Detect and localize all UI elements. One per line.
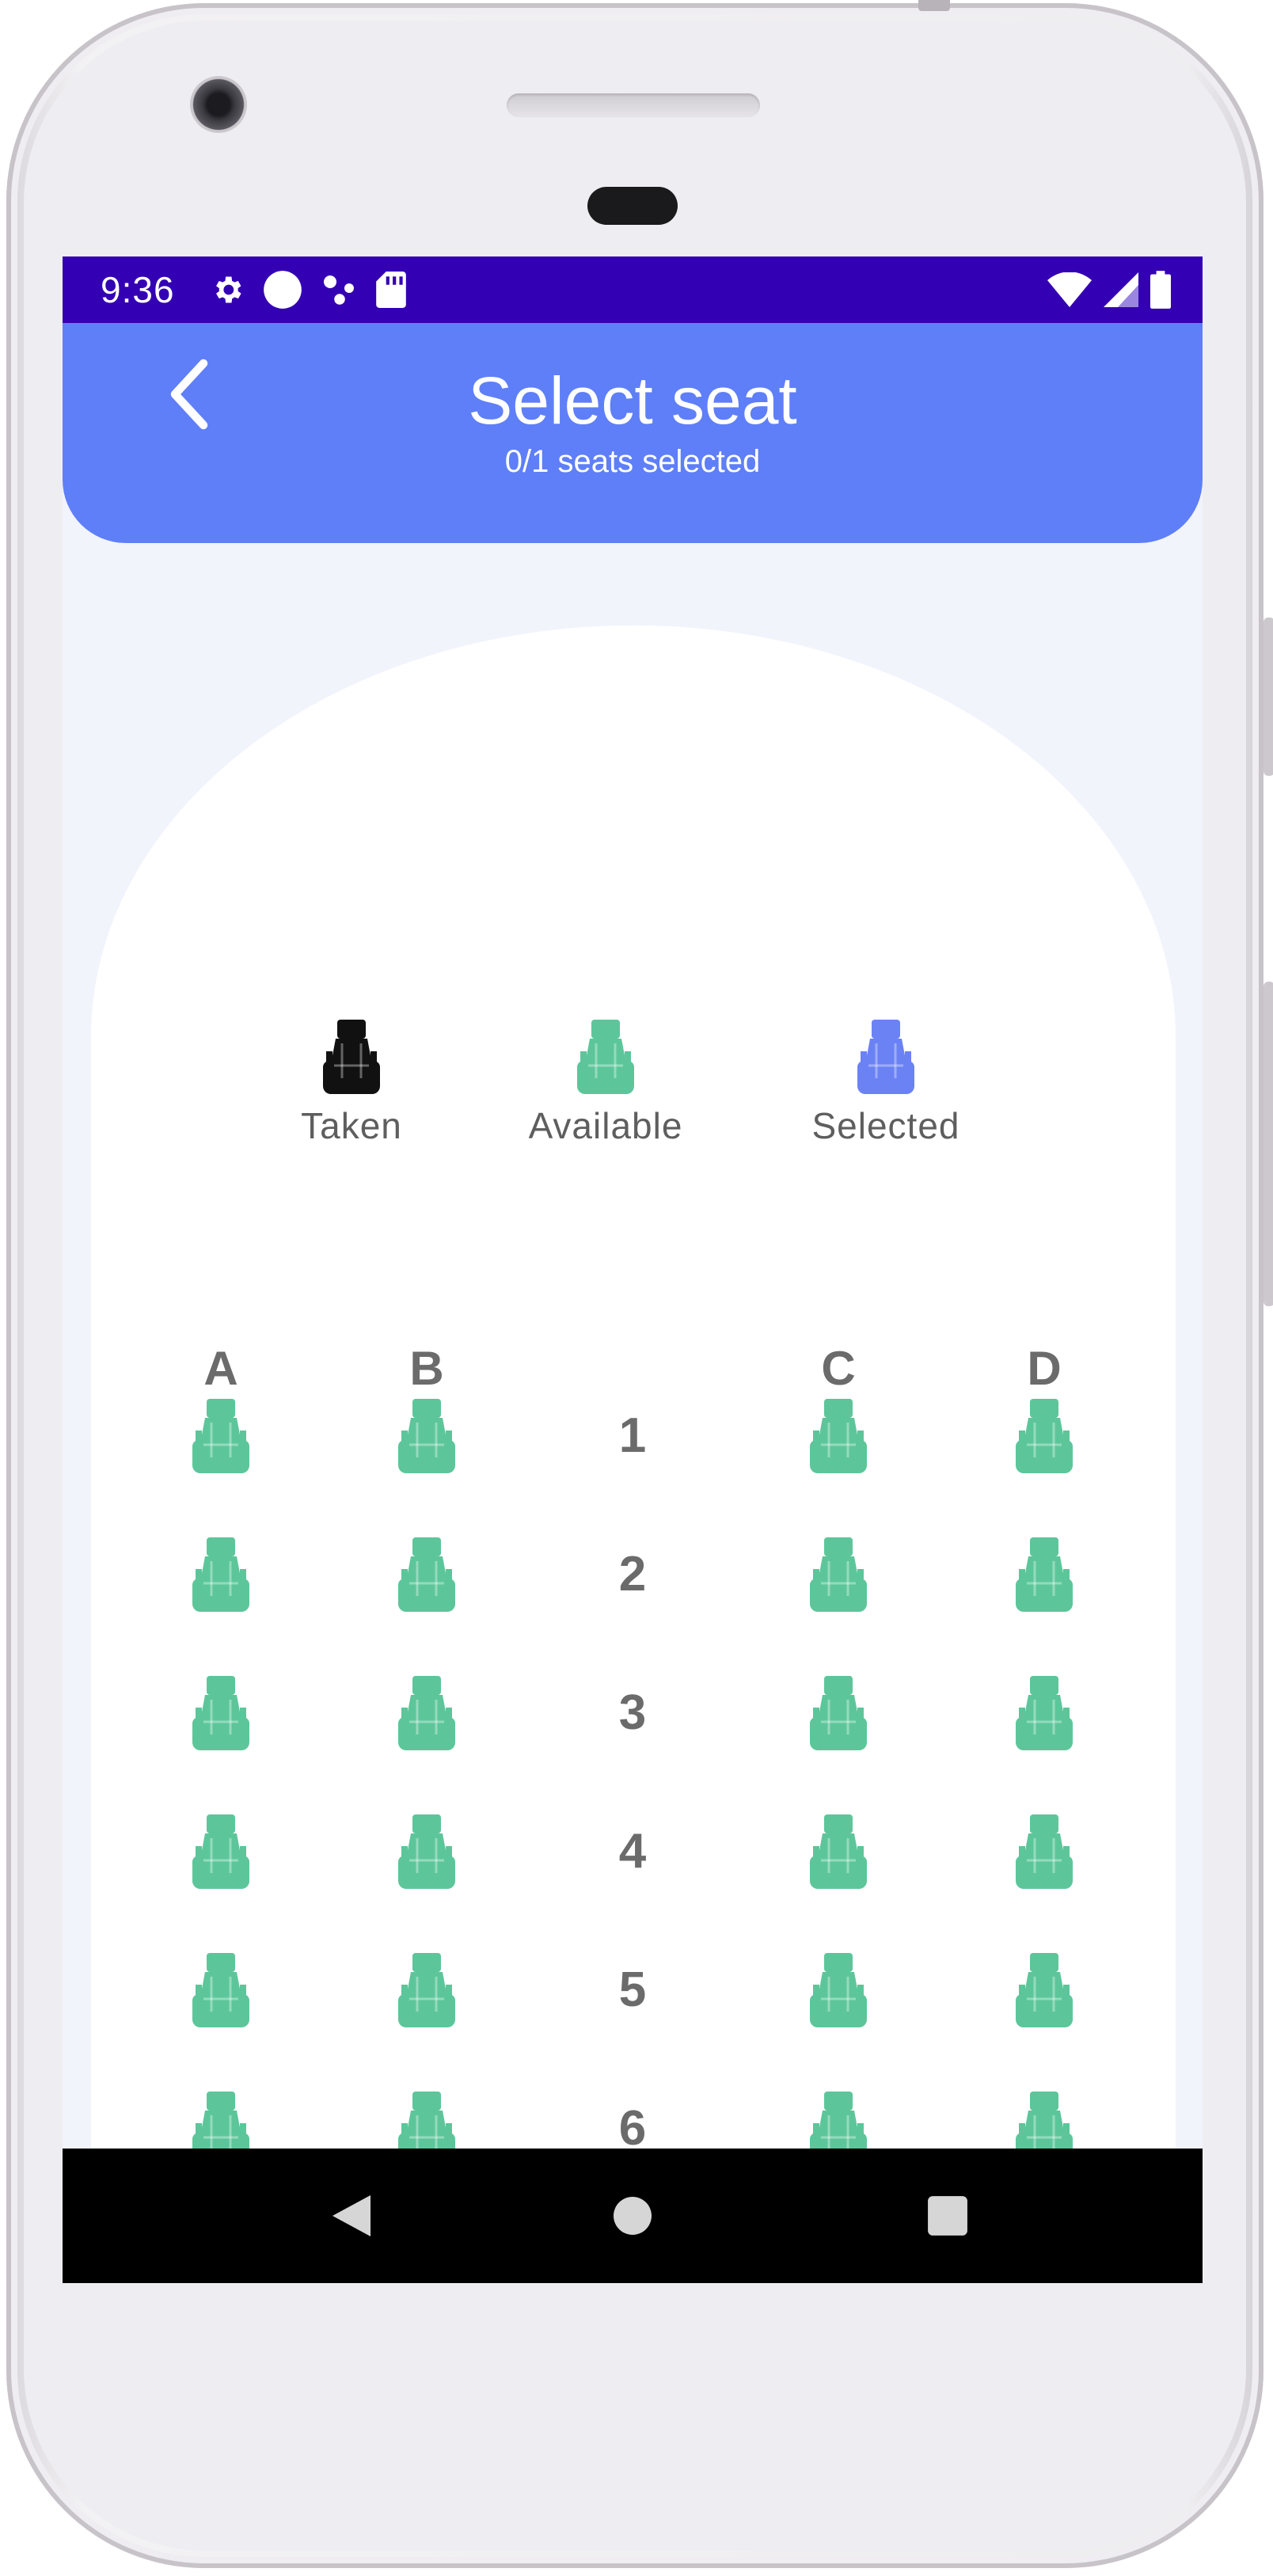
seat-2D[interactable]	[1005, 1532, 1084, 1619]
row-number: 2	[618, 1547, 647, 1601]
seat-icon	[1016, 1537, 1073, 1612]
seat-icon	[810, 1399, 867, 1473]
wifi-icon	[1047, 272, 1092, 307]
column-header-c: C	[821, 1342, 856, 1395]
page-title: Select seat	[468, 363, 797, 438]
back-triangle-icon	[332, 2195, 370, 2236]
seat-icon	[192, 1953, 249, 2027]
seat-icon	[1016, 1814, 1073, 1889]
navigation-bar	[63, 2149, 1203, 2283]
seat-icon	[192, 1814, 249, 1889]
dots-icon	[324, 275, 354, 305]
seat-icon	[398, 1814, 455, 1889]
phone-top-nub	[918, 0, 950, 11]
seat-legend: Taken Available Selected	[63, 1018, 1203, 1176]
seat-icon	[810, 1676, 867, 1750]
front-camera	[190, 76, 247, 133]
legend-taken: Taken	[225, 1018, 478, 1148]
column-header-d: D	[1027, 1342, 1062, 1395]
signal-icon	[1104, 272, 1138, 307]
column-header-b: B	[409, 1342, 444, 1395]
power-button[interactable]	[1264, 617, 1273, 776]
battery-icon	[1150, 271, 1171, 309]
device-stage: 9:36 Select seat 0/1 seats selected Take…	[0, 0, 1273, 2576]
legend-available: Available	[479, 1018, 732, 1148]
column-header-a: A	[203, 1342, 238, 1395]
legend-label-available: Available	[528, 1105, 683, 1146]
row-number: 5	[618, 1962, 647, 2017]
seat-3C[interactable]	[799, 1670, 878, 1757]
seat-icon	[192, 1399, 249, 1473]
circle-icon	[264, 271, 302, 309]
seat-icon	[1016, 1399, 1073, 1473]
status-right-icons	[1047, 268, 1171, 312]
seat-icon	[1016, 1953, 1073, 2027]
screen: 9:36 Select seat 0/1 seats selected Take…	[63, 256, 1203, 2283]
nav-back-button[interactable]	[312, 2180, 391, 2251]
seat-icon	[192, 1676, 249, 1750]
seat-icon	[810, 1537, 867, 1612]
seat-2C[interactable]	[799, 1532, 878, 1619]
legend-selected: Selected	[759, 1018, 1013, 1148]
seat-icon	[759, 1018, 1013, 1097]
seat-icon	[398, 1537, 455, 1612]
seat-4D[interactable]	[1005, 1809, 1084, 1896]
status-left-icons	[210, 268, 406, 312]
seat-icon	[225, 1018, 478, 1097]
seat-icon	[479, 1018, 732, 1097]
seat-1C[interactable]	[799, 1393, 878, 1480]
seat-4C[interactable]	[799, 1809, 878, 1896]
row-number: 4	[618, 1824, 647, 1879]
seat-icon	[810, 1953, 867, 2027]
seat-2B[interactable]	[387, 1532, 466, 1619]
app-bar: Select seat 0/1 seats selected	[63, 323, 1203, 543]
seat-icon	[810, 1814, 867, 1889]
home-circle-icon	[614, 2197, 652, 2235]
recents-square-icon	[928, 2196, 967, 2236]
seat-5B[interactable]	[387, 1947, 466, 2035]
seat-1B[interactable]	[387, 1393, 466, 1480]
seat-icon	[398, 1953, 455, 2027]
seat-5D[interactable]	[1005, 1947, 1084, 2035]
gear-icon	[216, 276, 241, 303]
proximity-sensor	[587, 187, 678, 225]
seat-icon	[398, 1676, 455, 1750]
seat-1A[interactable]	[181, 1393, 260, 1480]
volume-button[interactable]	[1264, 982, 1273, 1306]
seat-4A[interactable]	[181, 1809, 260, 1896]
row-number: 1	[618, 1408, 647, 1463]
status-time: 9:36	[101, 269, 175, 310]
row-number: 3	[618, 1685, 647, 1740]
legend-label-selected: Selected	[811, 1105, 960, 1146]
seat-5C[interactable]	[799, 1947, 878, 2035]
seat-3B[interactable]	[387, 1670, 466, 1757]
seat-4B[interactable]	[387, 1809, 466, 1896]
seat-5A[interactable]	[181, 1947, 260, 2035]
legend-label-taken: Taken	[301, 1105, 402, 1146]
sd-card-icon	[376, 272, 406, 308]
seat-icon	[1016, 1676, 1073, 1750]
seat-1D[interactable]	[1005, 1393, 1084, 1480]
seat-2A[interactable]	[181, 1532, 260, 1619]
seat-3D[interactable]	[1005, 1670, 1084, 1757]
seat-icon	[398, 1399, 455, 1473]
nav-recents-button[interactable]	[908, 2180, 987, 2251]
earpiece-speaker	[507, 93, 760, 117]
seats-selected-count: 0/1 seats selected	[504, 444, 761, 479]
nav-home-button[interactable]	[593, 2180, 672, 2251]
seat-3A[interactable]	[181, 1670, 260, 1757]
status-bar: 9:36	[63, 256, 1203, 323]
seat-icon	[192, 1537, 249, 1612]
